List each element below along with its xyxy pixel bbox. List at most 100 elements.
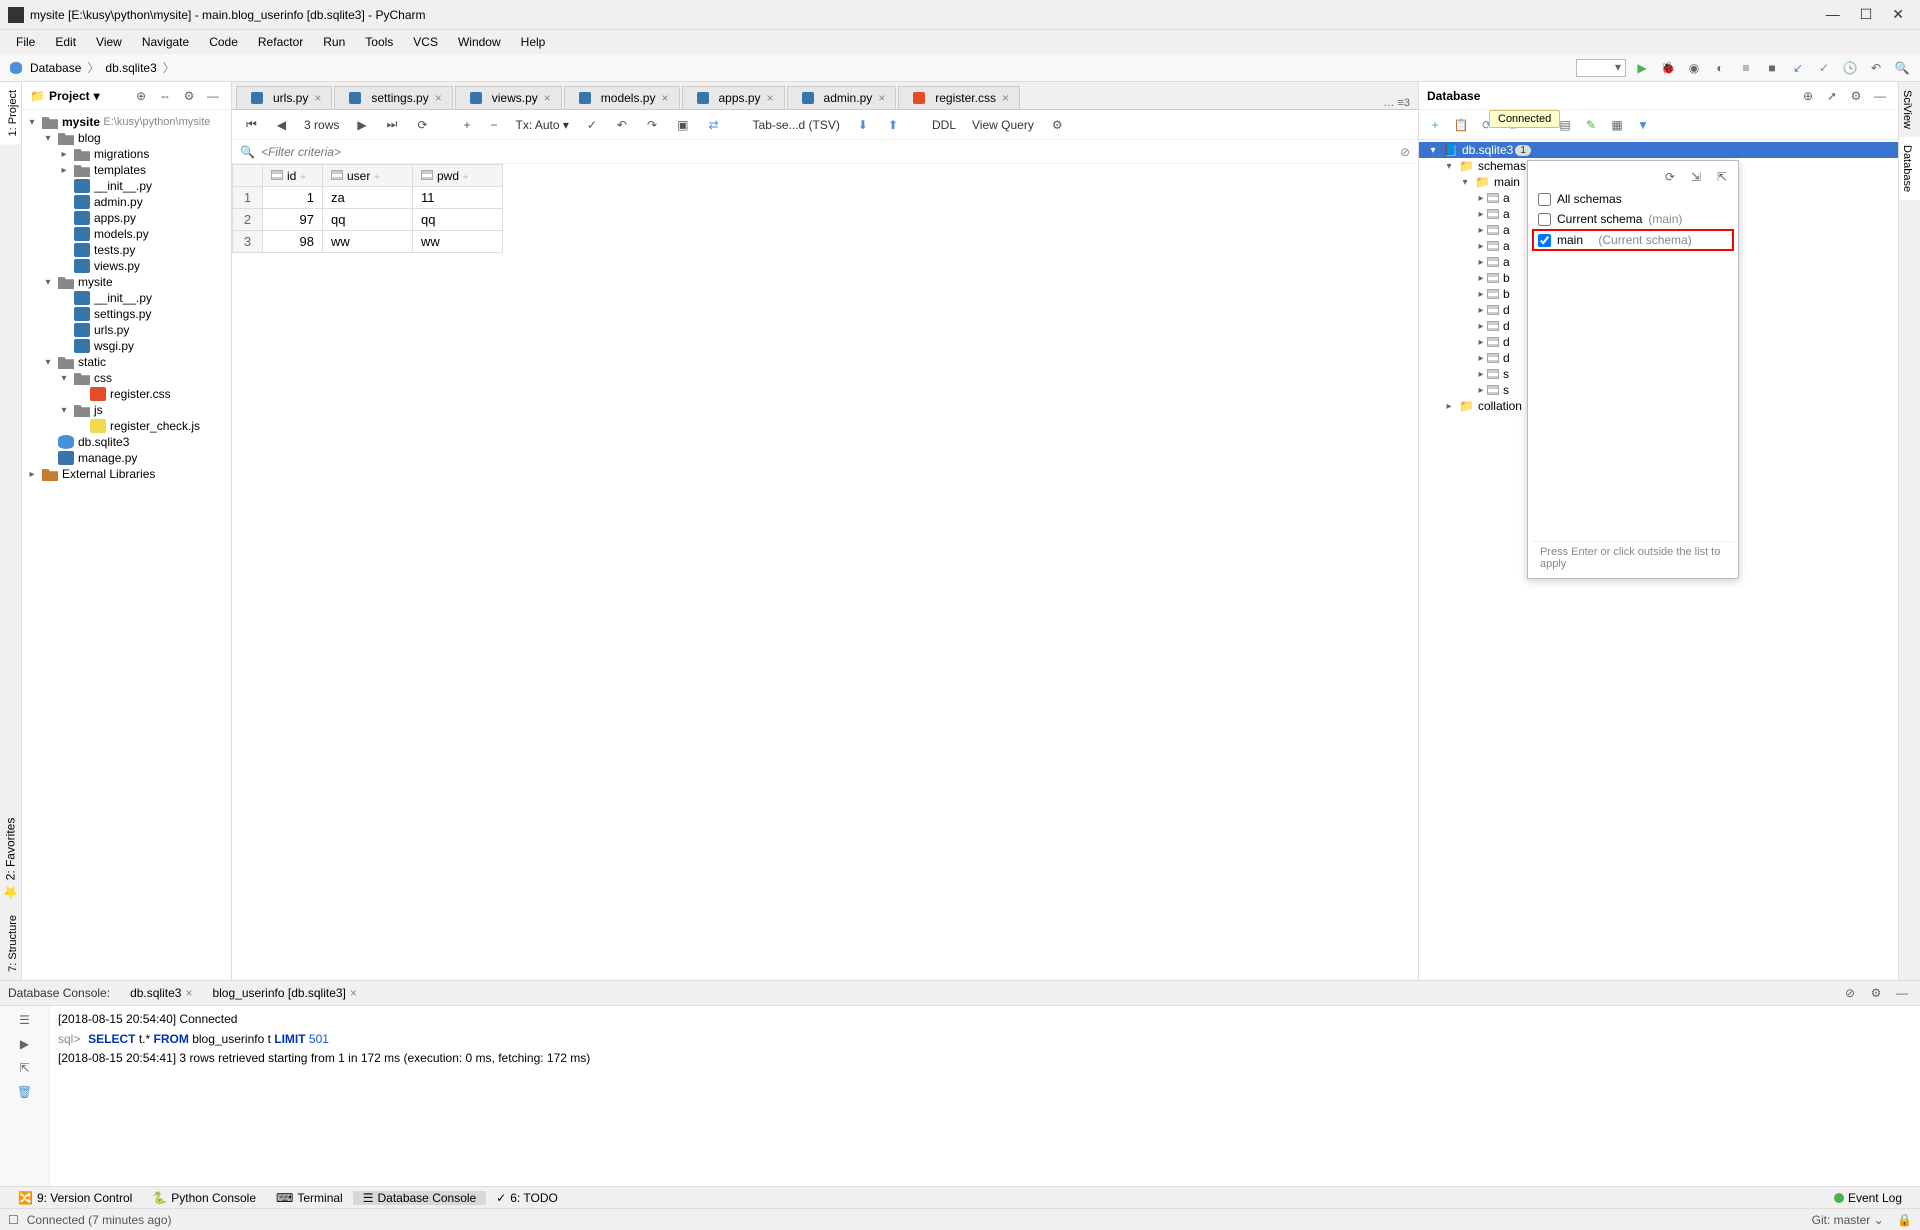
console-output[interactable]: [2018-08-15 20:54:40] Connected sql> SEL… bbox=[50, 1006, 1920, 1186]
tab-register-css[interactable]: register.css× bbox=[898, 86, 1020, 109]
minimize-button[interactable]: — bbox=[1826, 6, 1840, 23]
tree-folder-js[interactable]: ▾js bbox=[22, 402, 231, 418]
last-page-icon[interactable]: ⏭ bbox=[381, 115, 404, 134]
tab-apps[interactable]: apps.py× bbox=[682, 86, 785, 109]
rollback-icon[interactable]: ↶ bbox=[611, 116, 633, 134]
output-icon[interactable]: ☰ bbox=[15, 1010, 35, 1030]
tab-settings[interactable]: settings.py× bbox=[334, 86, 452, 109]
tool-terminal[interactable]: ⌨ Terminal bbox=[266, 1191, 353, 1205]
gear-icon[interactable]: ⚙ bbox=[179, 86, 199, 106]
tool-todo[interactable]: ✓ 6: TODO bbox=[486, 1191, 568, 1205]
tree-file-views[interactable]: views.py bbox=[22, 258, 231, 274]
hidden-tabs-indicator[interactable]: … ≡3 bbox=[1383, 97, 1418, 109]
menu-refactor[interactable]: Refactor bbox=[250, 33, 311, 51]
tree-file-register-css[interactable]: register.css bbox=[22, 386, 231, 402]
close-icon[interactable]: × bbox=[878, 91, 885, 105]
export-icon[interactable]: ⇱ bbox=[15, 1058, 35, 1078]
window-icon[interactable]: ☐ bbox=[8, 1213, 19, 1227]
hide-icon[interactable]: — bbox=[1870, 86, 1890, 106]
import-icon[interactable]: ⬆ bbox=[882, 116, 904, 134]
tree-file-tests[interactable]: tests.py bbox=[22, 242, 231, 258]
tree-file-settings[interactable]: settings.py bbox=[22, 306, 231, 322]
export-format-button[interactable]: Tab-se...d (TSV) bbox=[749, 118, 844, 132]
main-schema-checkbox[interactable] bbox=[1538, 234, 1551, 247]
vcs-revert-icon[interactable]: ↶ bbox=[1866, 58, 1886, 78]
concurrency-icon[interactable]: ≡ bbox=[1736, 58, 1756, 78]
tree-file-db[interactable]: db.sqlite3 bbox=[22, 434, 231, 450]
add-datasource-icon[interactable]: + bbox=[1425, 115, 1445, 135]
tab-admin[interactable]: admin.py× bbox=[787, 86, 897, 109]
menu-run[interactable]: Run bbox=[315, 33, 353, 51]
prev-page-icon[interactable]: ◀ bbox=[271, 116, 292, 134]
current-schema-checkbox[interactable] bbox=[1538, 213, 1551, 226]
vcs-commit-icon[interactable]: ✓ bbox=[1814, 58, 1834, 78]
close-icon[interactable]: × bbox=[435, 91, 442, 105]
menu-navigate[interactable]: Navigate bbox=[134, 33, 197, 51]
menu-edit[interactable]: Edit bbox=[47, 33, 84, 51]
tree-folder-blog[interactable]: ▾blog bbox=[22, 130, 231, 146]
tree-file-init2[interactable]: __init__.py bbox=[22, 290, 231, 306]
coverage-icon[interactable]: ◉ bbox=[1684, 58, 1704, 78]
menu-help[interactable]: Help bbox=[513, 33, 554, 51]
view-query-button[interactable]: View Query bbox=[968, 118, 1038, 132]
tree-folder-mysite[interactable]: ▾mysite bbox=[22, 274, 231, 290]
tree-folder-migrations[interactable]: ▸migrations bbox=[22, 146, 231, 162]
close-icon[interactable]: × bbox=[767, 91, 774, 105]
tree-folder-static[interactable]: ▾static bbox=[22, 354, 231, 370]
option-current-schema[interactable]: Current schema (main) bbox=[1532, 209, 1734, 229]
side-tab-favorites[interactable]: ⭐2: Favorites bbox=[0, 810, 21, 907]
tab-urls[interactable]: urls.py× bbox=[236, 86, 332, 109]
reload-icon[interactable]: ⟳ bbox=[411, 116, 433, 134]
tree-file-apps[interactable]: apps.py bbox=[22, 210, 231, 226]
close-button[interactable]: ✕ bbox=[1892, 6, 1904, 23]
project-tree[interactable]: ▾mysite E:\kusy\python\mysite ▾blog ▸mig… bbox=[22, 110, 231, 980]
collapse-all-icon[interactable]: ⇔ bbox=[155, 86, 175, 106]
run-config-combo[interactable] bbox=[1576, 59, 1626, 77]
close-icon[interactable]: × bbox=[544, 91, 551, 105]
tool-version-control[interactable]: 🔀 9: Version Control bbox=[8, 1191, 142, 1205]
collapse-icon[interactable]: ⇱ bbox=[1712, 167, 1732, 187]
tool-python-console[interactable]: 🐍 Python Console bbox=[142, 1191, 266, 1205]
next-page-icon[interactable]: ▶ bbox=[351, 116, 372, 134]
menu-view[interactable]: View bbox=[88, 33, 130, 51]
tree-file-wsgi[interactable]: wsgi.py bbox=[22, 338, 231, 354]
run-icon[interactable]: ▶ bbox=[1632, 58, 1652, 78]
add-row-icon[interactable]: + bbox=[458, 116, 477, 134]
side-tab-structure[interactable]: 7: Structure bbox=[0, 907, 21, 980]
side-tab-sciview[interactable]: SciView bbox=[1899, 82, 1920, 137]
close-icon[interactable]: × bbox=[314, 91, 321, 105]
edit-icon[interactable]: ✎ bbox=[1581, 115, 1601, 135]
lock-icon[interactable]: 🔒 bbox=[1897, 1213, 1912, 1227]
export-icon[interactable]: ⬇ bbox=[852, 116, 874, 134]
search-icon[interactable]: 🔍 bbox=[1892, 58, 1912, 78]
col-pwd[interactable]: pwd÷ bbox=[413, 165, 503, 187]
close-console-icon[interactable]: ⊘ bbox=[1840, 983, 1860, 1003]
col-user[interactable]: user÷ bbox=[323, 165, 413, 187]
tree-file-manage[interactable]: manage.py bbox=[22, 450, 231, 466]
side-tab-project[interactable]: 1: Project bbox=[0, 82, 21, 144]
menu-file[interactable]: File bbox=[8, 33, 43, 51]
tree-external-libraries[interactable]: ▸External Libraries bbox=[22, 466, 231, 482]
hide-icon[interactable]: — bbox=[1892, 983, 1912, 1003]
option-main-schema[interactable]: main (Current schema) bbox=[1532, 229, 1734, 251]
filter-icon[interactable]: ▼ bbox=[1633, 115, 1653, 135]
expand-icon[interactable]: ⇲ bbox=[1686, 167, 1706, 187]
tree-file-models[interactable]: models.py bbox=[22, 226, 231, 242]
menu-vcs[interactable]: VCS bbox=[405, 33, 446, 51]
tx-mode-button[interactable]: Tx: Auto ▾ bbox=[512, 118, 573, 132]
commit-icon[interactable]: ✓ bbox=[581, 116, 603, 134]
tree-folder-templates[interactable]: ▸templates bbox=[22, 162, 231, 178]
collapse-icon[interactable]: ⊕ bbox=[1798, 86, 1818, 106]
gear-icon[interactable]: ⚙ bbox=[1046, 116, 1069, 134]
refresh-schemas-icon[interactable]: ⟳ bbox=[1660, 167, 1680, 187]
trash-icon[interactable]: 🗑 bbox=[15, 1082, 35, 1102]
close-icon[interactable]: × bbox=[1002, 91, 1009, 105]
tree-file-register-js[interactable]: register_check.js bbox=[22, 418, 231, 434]
scroll-from-source-icon[interactable]: ⊕ bbox=[131, 86, 151, 106]
tree-file-urls[interactable]: urls.py bbox=[22, 322, 231, 338]
debug-icon[interactable]: 🐞 bbox=[1658, 58, 1678, 78]
option-all-schemas[interactable]: All schemas bbox=[1532, 189, 1734, 209]
tab-models[interactable]: models.py× bbox=[564, 86, 680, 109]
gear-icon[interactable]: ⚙ bbox=[1846, 86, 1866, 106]
vcs-history-icon[interactable]: 🕓 bbox=[1840, 58, 1860, 78]
